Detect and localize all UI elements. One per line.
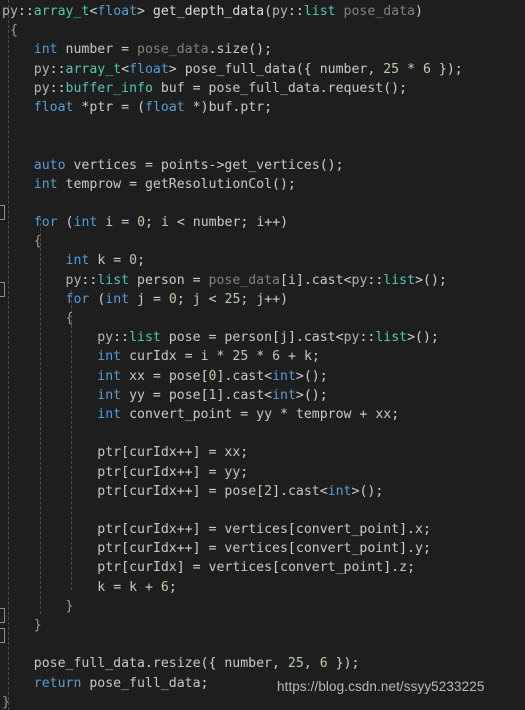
code-line: int number = pose_data.size(); bbox=[33, 42, 273, 58]
code-line: { bbox=[65, 311, 74, 326]
code-line: py::list person = pose_data[i].cast<py::… bbox=[65, 272, 447, 288]
source-code-block[interactable]: py::array_t<float> get_depth_data(py::li… bbox=[0, 0, 525, 710]
code-line: ptr[curIdx++] = yy; bbox=[97, 464, 249, 480]
code-line: ptr[curIdx++] = vertices[convert_point].… bbox=[97, 522, 431, 538]
code-line: { bbox=[33, 234, 42, 250]
code-line: auto vertices = points->get_vertices(); bbox=[33, 157, 344, 173]
code-line: float *ptr = (float *)buf.ptr; bbox=[33, 99, 273, 115]
code-line: k = k + 6; bbox=[97, 579, 177, 595]
code-line: } bbox=[33, 618, 42, 633]
code-line: } bbox=[65, 598, 74, 614]
code-line: int curIdx = i * 25 * 6 + k; bbox=[97, 349, 320, 365]
code-line: py::buffer_info buf = pose_full_data.req… bbox=[33, 80, 408, 96]
code-line: } bbox=[2, 694, 10, 710]
code-line: ptr[curIdx++] = pose[2].cast<int>(); bbox=[97, 483, 384, 499]
code-line: { bbox=[9, 23, 18, 39]
code-line: ptr[curIdx] = vertices[convert_point].z; bbox=[97, 560, 416, 576]
code-line: py::array_t<float> get_depth_data(py::li… bbox=[2, 4, 423, 19]
code-line: int xx = pose[0].cast<int>(); bbox=[97, 368, 328, 384]
code-line: ptr[curIdx++] = vertices[convert_point].… bbox=[97, 541, 431, 557]
code-line: int temprow = getResolutionCol(); bbox=[33, 176, 296, 192]
code-line: for (int j = 0; j < 25; j++) bbox=[65, 291, 289, 307]
code-line: int k = 0; bbox=[65, 253, 146, 269]
code-editor-viewport[interactable]: py::array_t<float> get_depth_data(py::li… bbox=[0, 0, 525, 710]
code-line: py::list pose = person[j].cast<py::list>… bbox=[97, 330, 439, 346]
code-line: ptr[curIdx++] = xx; bbox=[97, 445, 249, 461]
code-line: for (int i = 0; i < number; i++) bbox=[33, 215, 289, 231]
code-line: py::array_t<float> pose_full_data({ numb… bbox=[33, 61, 463, 77]
code-line: int convert_point = yy * temprow + xx; bbox=[97, 406, 400, 422]
watermark-url: https://blog.csdn.net/ssyy5233225 bbox=[277, 679, 485, 694]
code-line: int yy = pose[1].cast<int>(); bbox=[97, 387, 328, 403]
code-line: pose_full_data.resize({ number, 25, 6 })… bbox=[33, 656, 360, 672]
